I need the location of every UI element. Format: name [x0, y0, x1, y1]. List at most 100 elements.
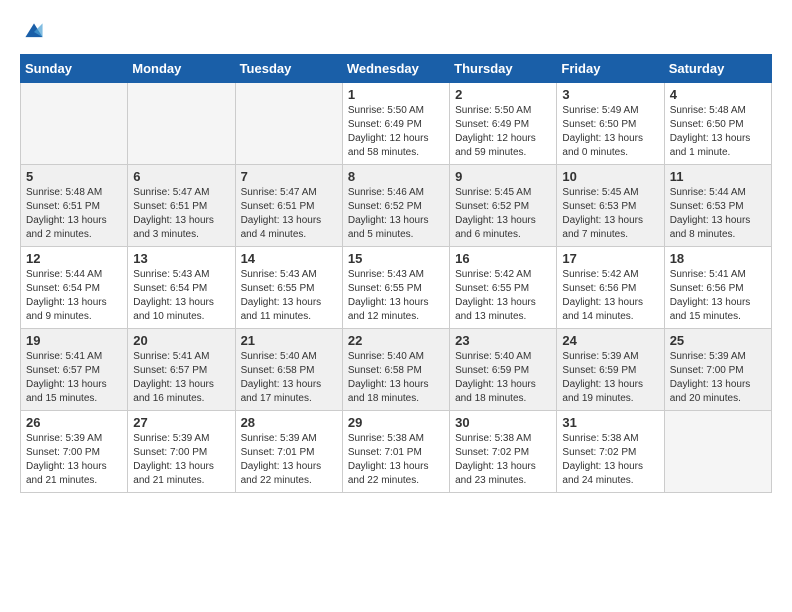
calendar-day-cell: 14 Sunrise: 5:43 AM Sunset: 6:55 PM Dayli… — [235, 247, 342, 329]
day-header: Friday — [557, 55, 664, 83]
day-info: Sunrise: 5:42 AM Sunset: 6:55 PM Dayligh… — [455, 268, 551, 324]
day-number: 13 — [133, 251, 229, 266]
day-header: Wednesday — [342, 55, 449, 83]
day-info: Sunrise: 5:41 AM Sunset: 6:56 PM Dayligh… — [670, 268, 766, 324]
calendar-week-row: 19 Sunrise: 5:41 AM Sunset: 6:57 PM Dayli… — [21, 329, 772, 411]
day-info: Sunrise: 5:39 AM Sunset: 7:01 PM Dayligh… — [241, 432, 337, 488]
day-info: Sunrise: 5:39 AM Sunset: 7:00 PM Dayligh… — [670, 350, 766, 406]
logo — [20, 20, 46, 44]
day-number: 17 — [562, 251, 658, 266]
day-number: 7 — [241, 169, 337, 184]
day-info: Sunrise: 5:48 AM Sunset: 6:50 PM Dayligh… — [670, 104, 766, 160]
day-number: 28 — [241, 415, 337, 430]
day-info: Sunrise: 5:43 AM Sunset: 6:55 PM Dayligh… — [241, 268, 337, 324]
day-header: Tuesday — [235, 55, 342, 83]
calendar-week-row: 1Sunrise: 5:50 AM Sunset: 6:49 PM Daylig… — [21, 83, 772, 165]
calendar-body: 1Sunrise: 5:50 AM Sunset: 6:49 PM Daylig… — [21, 83, 772, 493]
day-number: 14 — [241, 251, 337, 266]
calendar-day-cell: 26 Sunrise: 5:39 AM Sunset: 7:00 PM Dayli… — [21, 411, 128, 493]
calendar-day-cell: 11Sunrise: 5:44 AM Sunset: 6:53 PM Dayli… — [664, 165, 771, 247]
day-header: Thursday — [450, 55, 557, 83]
calendar-day-cell: 21 Sunrise: 5:40 AM Sunset: 6:58 PM Dayli… — [235, 329, 342, 411]
day-number: 4 — [670, 87, 766, 102]
calendar-day-cell: 20 Sunrise: 5:41 AM Sunset: 6:57 PM Dayli… — [128, 329, 235, 411]
calendar-day-cell: 15 Sunrise: 5:43 AM Sunset: 6:55 PM Dayli… — [342, 247, 449, 329]
calendar-day-cell: 24 Sunrise: 5:39 AM Sunset: 6:59 PM Dayli… — [557, 329, 664, 411]
day-info: Sunrise: 5:41 AM Sunset: 6:57 PM Dayligh… — [133, 350, 229, 406]
day-number: 24 — [562, 333, 658, 348]
calendar-day-cell: 1Sunrise: 5:50 AM Sunset: 6:49 PM Daylig… — [342, 83, 449, 165]
calendar-day-cell: 7 Sunrise: 5:47 AM Sunset: 6:51 PM Daylig… — [235, 165, 342, 247]
calendar-day-cell: 12Sunrise: 5:44 AM Sunset: 6:54 PM Dayli… — [21, 247, 128, 329]
day-header: Saturday — [664, 55, 771, 83]
day-info: Sunrise: 5:40 AM Sunset: 6:58 PM Dayligh… — [241, 350, 337, 406]
day-number: 10 — [562, 169, 658, 184]
calendar-day-cell: 23Sunrise: 5:40 AM Sunset: 6:59 PM Dayli… — [450, 329, 557, 411]
day-number: 3 — [562, 87, 658, 102]
page-header — [20, 20, 772, 44]
day-info: Sunrise: 5:43 AM Sunset: 6:54 PM Dayligh… — [133, 268, 229, 324]
day-info: Sunrise: 5:39 AM Sunset: 7:00 PM Dayligh… — [26, 432, 122, 488]
day-info: Sunrise: 5:48 AM Sunset: 6:51 PM Dayligh… — [26, 186, 122, 242]
day-number: 21 — [241, 333, 337, 348]
day-number: 22 — [348, 333, 444, 348]
header-row: SundayMondayTuesdayWednesdayThursdayFrid… — [21, 55, 772, 83]
day-info: Sunrise: 5:42 AM Sunset: 6:56 PM Dayligh… — [562, 268, 658, 324]
calendar-header: SundayMondayTuesdayWednesdayThursdayFrid… — [21, 55, 772, 83]
day-number: 5 — [26, 169, 122, 184]
day-number: 9 — [455, 169, 551, 184]
day-info: Sunrise: 5:38 AM Sunset: 7:01 PM Dayligh… — [348, 432, 444, 488]
day-info: Sunrise: 5:44 AM Sunset: 6:54 PM Dayligh… — [26, 268, 122, 324]
day-info: Sunrise: 5:43 AM Sunset: 6:55 PM Dayligh… — [348, 268, 444, 324]
day-number: 20 — [133, 333, 229, 348]
day-number: 25 — [670, 333, 766, 348]
day-info: Sunrise: 5:45 AM Sunset: 6:53 PM Dayligh… — [562, 186, 658, 242]
calendar-day-cell: 10 Sunrise: 5:45 AM Sunset: 6:53 PM Dayli… — [557, 165, 664, 247]
day-info: Sunrise: 5:39 AM Sunset: 6:59 PM Dayligh… — [562, 350, 658, 406]
calendar-day-cell: 25 Sunrise: 5:39 AM Sunset: 7:00 PM Dayli… — [664, 329, 771, 411]
calendar-week-row: 26 Sunrise: 5:39 AM Sunset: 7:00 PM Dayli… — [21, 411, 772, 493]
day-info: Sunrise: 5:44 AM Sunset: 6:53 PM Dayligh… — [670, 186, 766, 242]
calendar-day-cell: 19Sunrise: 5:41 AM Sunset: 6:57 PM Dayli… — [21, 329, 128, 411]
calendar-week-row: 12Sunrise: 5:44 AM Sunset: 6:54 PM Dayli… — [21, 247, 772, 329]
day-number: 23 — [455, 333, 551, 348]
calendar-day-cell: 13 Sunrise: 5:43 AM Sunset: 6:54 PM Dayli… — [128, 247, 235, 329]
calendar-day-cell — [235, 83, 342, 165]
day-number: 15 — [348, 251, 444, 266]
day-number: 30 — [455, 415, 551, 430]
day-header: Monday — [128, 55, 235, 83]
day-info: Sunrise: 5:50 AM Sunset: 6:49 PM Dayligh… — [348, 104, 444, 160]
day-number: 18 — [670, 251, 766, 266]
calendar-day-cell: 4 Sunrise: 5:48 AM Sunset: 6:50 PM Daylig… — [664, 83, 771, 165]
calendar-day-cell: 18 Sunrise: 5:41 AM Sunset: 6:56 PM Dayli… — [664, 247, 771, 329]
day-info: Sunrise: 5:47 AM Sunset: 6:51 PM Dayligh… — [241, 186, 337, 242]
day-info: Sunrise: 5:38 AM Sunset: 7:02 PM Dayligh… — [455, 432, 551, 488]
day-number: 8 — [348, 169, 444, 184]
day-number: 16 — [455, 251, 551, 266]
calendar-day-cell: 3Sunrise: 5:49 AM Sunset: 6:50 PM Daylig… — [557, 83, 664, 165]
calendar-day-cell — [128, 83, 235, 165]
day-info: Sunrise: 5:47 AM Sunset: 6:51 PM Dayligh… — [133, 186, 229, 242]
day-info: Sunrise: 5:38 AM Sunset: 7:02 PM Dayligh… — [562, 432, 658, 488]
calendar-day-cell: 5 Sunrise: 5:48 AM Sunset: 6:51 PM Daylig… — [21, 165, 128, 247]
day-number: 2 — [455, 87, 551, 102]
day-number: 27 — [133, 415, 229, 430]
calendar-table: SundayMondayTuesdayWednesdayThursdayFrid… — [20, 54, 772, 493]
calendar-day-cell: 2 Sunrise: 5:50 AM Sunset: 6:49 PM Daylig… — [450, 83, 557, 165]
day-info: Sunrise: 5:39 AM Sunset: 7:00 PM Dayligh… — [133, 432, 229, 488]
calendar-day-cell: 28 Sunrise: 5:39 AM Sunset: 7:01 PM Dayli… — [235, 411, 342, 493]
day-number: 29 — [348, 415, 444, 430]
day-info: Sunrise: 5:40 AM Sunset: 6:58 PM Dayligh… — [348, 350, 444, 406]
day-number: 6 — [133, 169, 229, 184]
calendar-day-cell: 16 Sunrise: 5:42 AM Sunset: 6:55 PM Dayli… — [450, 247, 557, 329]
day-number: 19 — [26, 333, 122, 348]
day-info: Sunrise: 5:50 AM Sunset: 6:49 PM Dayligh… — [455, 104, 551, 160]
day-info: Sunrise: 5:45 AM Sunset: 6:52 PM Dayligh… — [455, 186, 551, 242]
day-number: 26 — [26, 415, 122, 430]
day-number: 31 — [562, 415, 658, 430]
calendar-day-cell — [21, 83, 128, 165]
calendar-day-cell: 6 Sunrise: 5:47 AM Sunset: 6:51 PM Daylig… — [128, 165, 235, 247]
day-info: Sunrise: 5:46 AM Sunset: 6:52 PM Dayligh… — [348, 186, 444, 242]
calendar-day-cell: 31 Sunrise: 5:38 AM Sunset: 7:02 PM Dayli… — [557, 411, 664, 493]
calendar-day-cell: 9 Sunrise: 5:45 AM Sunset: 6:52 PM Daylig… — [450, 165, 557, 247]
